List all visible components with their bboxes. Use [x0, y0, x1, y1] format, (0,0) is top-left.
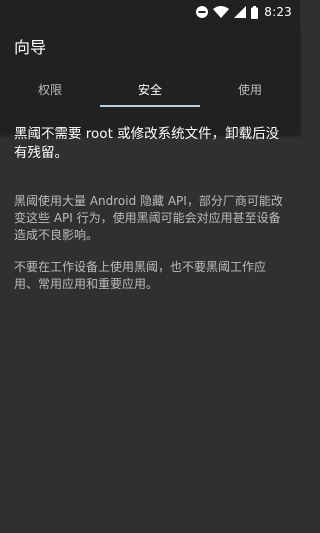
battery-icon [251, 4, 259, 20]
tab-usage[interactable]: 使用 [200, 72, 300, 106]
app-bar: 向导 权限 安全 使用 [0, 24, 300, 134]
advice-paragraph: 不要在工作设备上使用黑阈，也不要黑阈工作应用、常用应用和重要应用。 [14, 260, 267, 291]
page-title: 向导 [14, 38, 47, 57]
tab-permissions[interactable]: 权限 [0, 72, 100, 106]
status-bar: 8:23 [0, 0, 300, 24]
warning-paragraph: 黑阈使用大量 Android 隐藏 API，部分厂商可能改变这些 API 行为，… [14, 194, 283, 242]
security-heading: 黑阈不需要 root 或修改系统文件，卸载后没有残留。 [14, 126, 280, 161]
status-time: 8:23 [264, 5, 292, 19]
wifi-icon [213, 4, 230, 20]
tab-label: 权限 [37, 82, 62, 97]
tab-bar: 权限 安全 使用 [0, 72, 300, 107]
signal-icon [234, 4, 247, 20]
security-content: 黑阈不需要 root 或修改系统文件，卸载后没有残留。 黑阈使用大量 Andro… [14, 125, 288, 308]
tab-security[interactable]: 安全 [100, 72, 200, 107]
tab-label: 使用 [237, 82, 262, 97]
do-not-disturb-icon [196, 4, 209, 20]
tab-label: 安全 [137, 82, 162, 97]
